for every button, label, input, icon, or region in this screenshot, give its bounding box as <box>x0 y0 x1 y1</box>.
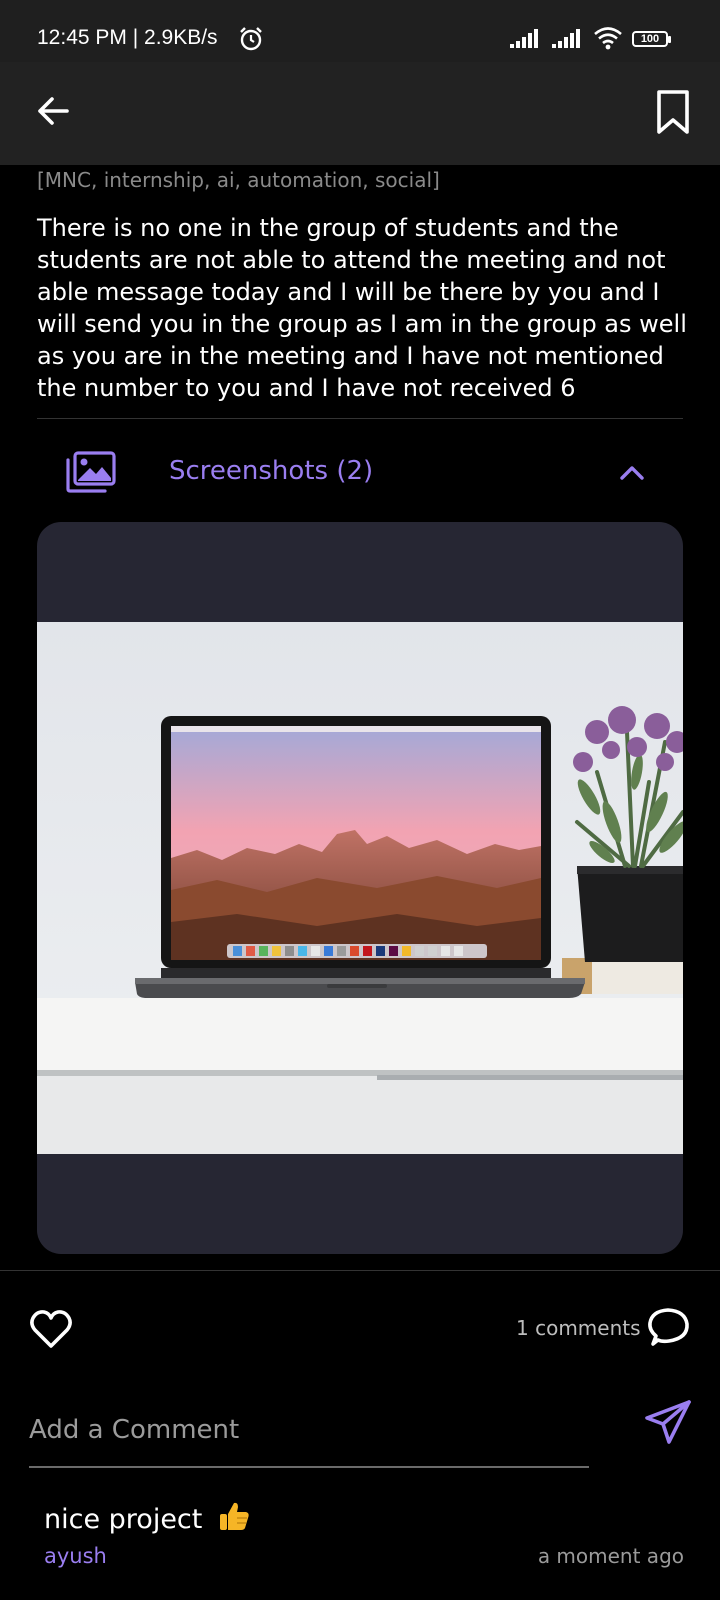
signal-icon-2 <box>552 29 580 48</box>
thumbs-up-icon <box>219 1502 249 1530</box>
comment-time: a moment ago <box>537 1544 684 1568</box>
status-bar: 12:45 PM | 2.9KB/s 100 <box>0 0 720 62</box>
back-arrow-icon[interactable] <box>34 92 72 130</box>
divider <box>0 1270 720 1271</box>
alarm-icon <box>240 27 262 51</box>
battery-level: 100 <box>640 33 660 45</box>
chevron-up-icon[interactable] <box>617 458 647 488</box>
comment-author[interactable]: ayush <box>44 1544 107 1568</box>
comment-text: nice project <box>44 1504 203 1535</box>
bookmark-icon[interactable] <box>654 89 692 135</box>
signal-icon <box>510 29 538 48</box>
comment-item: nice project ayush a moment ago <box>44 1500 684 1568</box>
comment-input-container <box>29 1402 589 1468</box>
post-description: There is no one in the group of students… <box>37 214 687 402</box>
screenshot-image[interactable] <box>37 622 683 1154</box>
screenshots-label: Screenshots (2) <box>169 456 374 486</box>
post-tags: [MNC, internship, ai, automation, social… <box>37 168 440 192</box>
wifi-icon <box>594 27 622 50</box>
battery-indicator: 100 <box>632 31 672 49</box>
post-actions: 1 comments <box>0 1300 720 1360</box>
comment-text-row: nice project <box>44 1500 684 1535</box>
gallery-icon <box>66 451 116 493</box>
app-bar <box>0 62 720 165</box>
screenshot-carousel[interactable] <box>37 522 683 1254</box>
comment-bubble-icon[interactable] <box>645 1306 691 1350</box>
comment-input[interactable] <box>29 1402 589 1458</box>
send-icon[interactable] <box>643 1398 693 1446</box>
divider <box>37 418 683 419</box>
screenshots-toggle[interactable]: Screenshots (2) <box>0 440 720 508</box>
comment-count[interactable]: 1 comments <box>516 1316 641 1340</box>
status-time: 12:45 PM | 2.9KB/s <box>37 26 218 49</box>
heart-icon[interactable] <box>28 1308 74 1350</box>
